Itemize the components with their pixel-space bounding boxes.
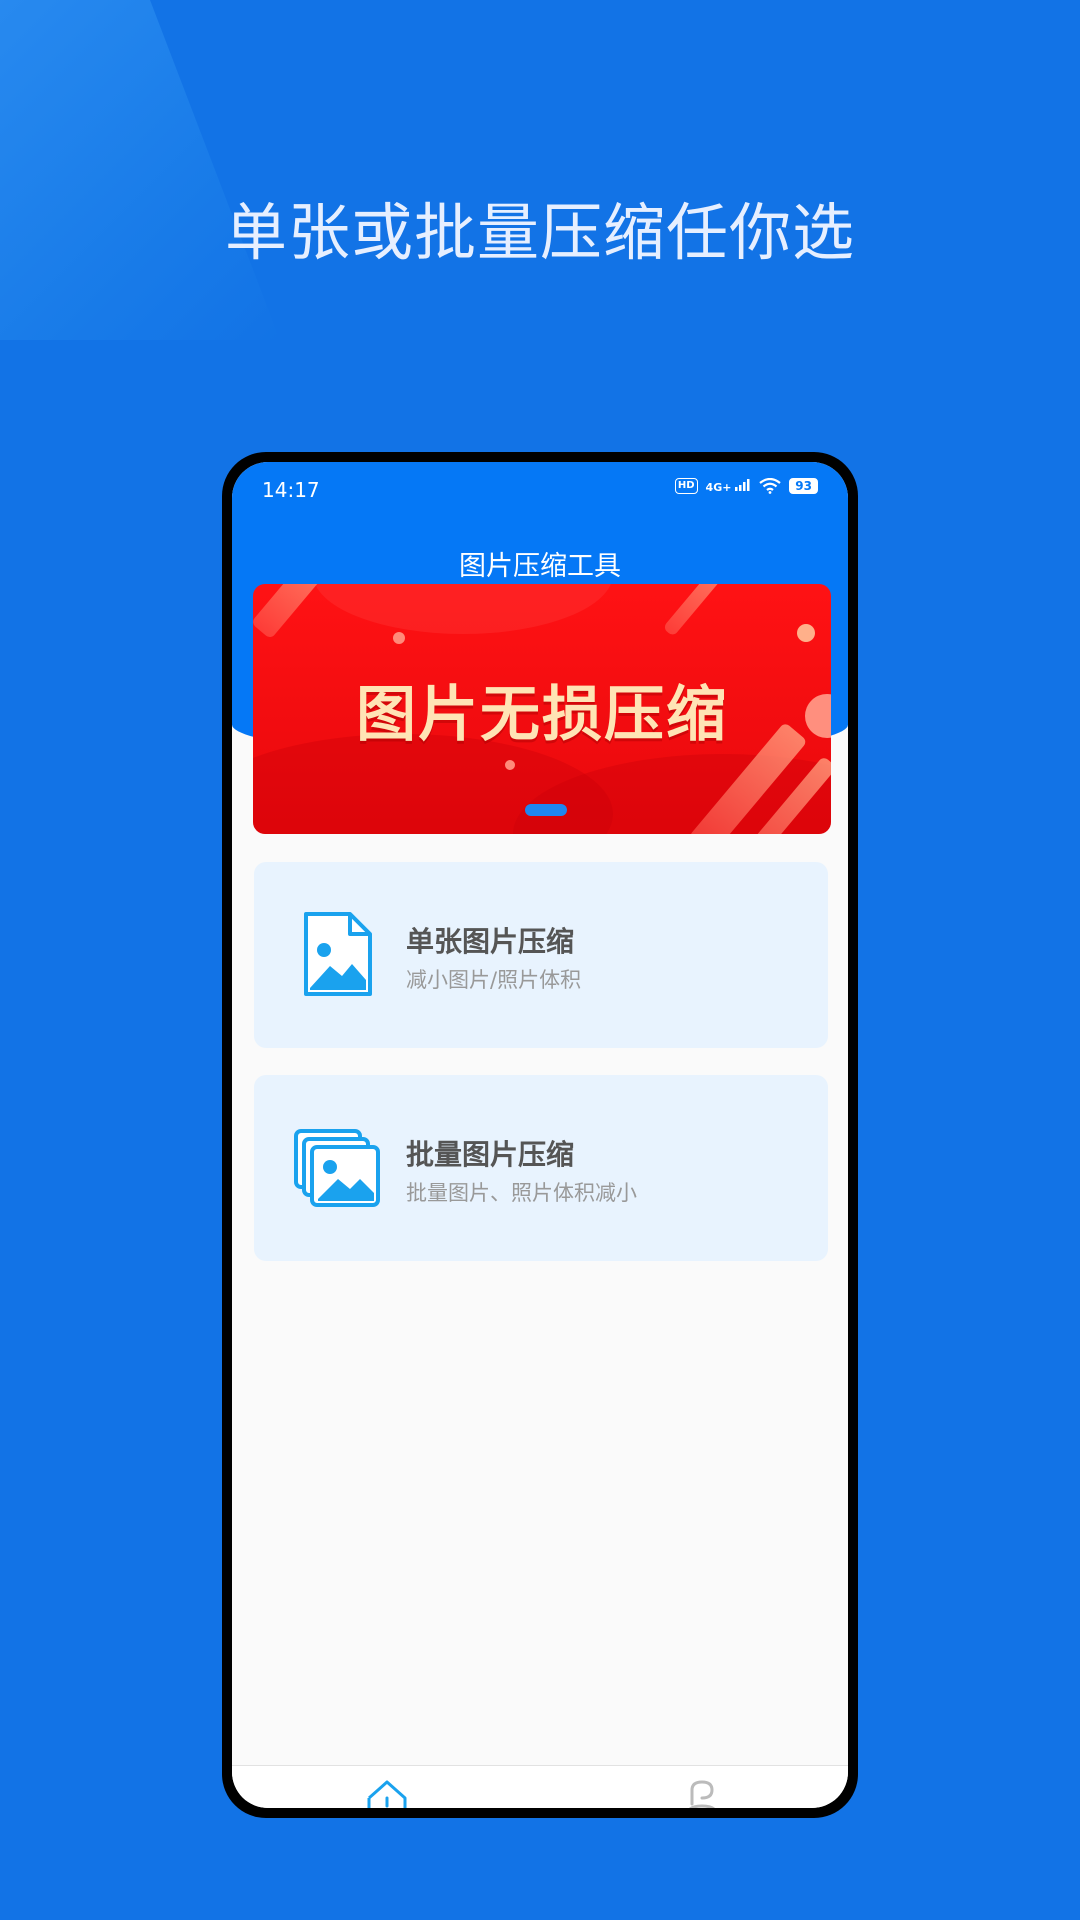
card-title: 单张图片压缩	[406, 925, 575, 958]
card-subtitle: 批量图片、照片体积减小	[406, 1181, 637, 1205]
profile-icon[interactable]	[684, 1778, 720, 1808]
phone-frame: 14:17 HD 4G+ 93 图片压缩工具 图片无损压缩 单张图片压缩 减小图…	[222, 452, 858, 1818]
signal-icon: 4G+	[705, 478, 752, 494]
signal-bars-icon	[735, 478, 750, 491]
status-time: 14:17	[262, 478, 320, 502]
banner-text: 图片无损压缩	[356, 680, 728, 750]
banner-wave	[313, 584, 613, 634]
batch-compress-card[interactable]: 批量图片压缩 批量图片、照片体积减小	[254, 1075, 828, 1261]
wifi-icon	[759, 478, 781, 494]
card-title: 批量图片压缩	[406, 1138, 575, 1171]
phone-screen: 14:17 HD 4G+ 93 图片压缩工具 图片无损压缩 单张图片压缩 减小图…	[232, 462, 848, 1808]
card-subtitle: 减小图片/照片体积	[406, 968, 582, 992]
home-icon[interactable]	[366, 1778, 408, 1808]
background-glow	[0, 0, 280, 340]
banner-dot	[393, 632, 405, 644]
status-bar: 14:17 HD 4G+ 93	[232, 462, 848, 518]
tab-bar	[232, 1765, 848, 1808]
promo-title: 单张或批量压缩任你选	[224, 196, 855, 269]
single-compress-card[interactable]: 单张图片压缩 减小图片/照片体积	[254, 862, 828, 1048]
status-icons: HD 4G+ 93	[674, 478, 818, 494]
stacked-images-icon	[294, 1129, 380, 1207]
single-image-file-icon	[304, 912, 372, 996]
network-type: 4G+	[705, 480, 732, 494]
banner-dot	[505, 760, 515, 770]
banner[interactable]: 图片无损压缩	[253, 584, 831, 834]
banner-stripe	[662, 584, 738, 637]
hd-icon: HD	[674, 478, 698, 494]
banner-dot	[797, 624, 815, 642]
battery-icon: 93	[789, 478, 818, 494]
banner-indicator[interactable]	[525, 804, 567, 816]
app-title: 图片压缩工具	[459, 551, 621, 582]
